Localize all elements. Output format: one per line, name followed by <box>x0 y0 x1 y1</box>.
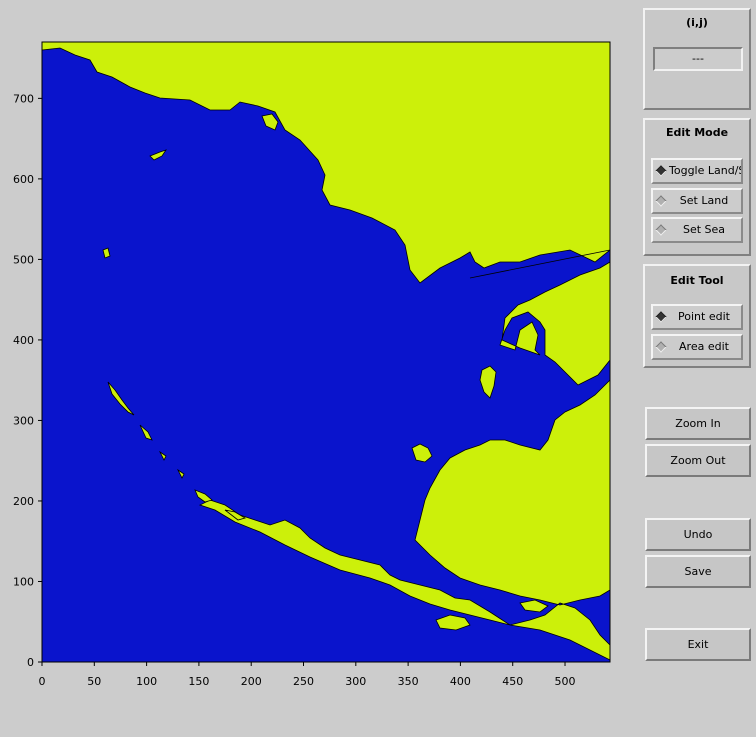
x-tick-label: 200 <box>241 675 262 688</box>
ij-value-field: --- <box>653 47 743 71</box>
zoom-out-button[interactable]: Zoom Out <box>645 444 751 477</box>
save-button[interactable]: Save <box>645 555 751 588</box>
map-area[interactable] <box>41 41 611 662</box>
y-tick-label: 500 <box>13 253 34 266</box>
x-axis: 0 50 100 150 200 250 300 350 400 450 500 <box>39 662 576 688</box>
edit-mode-set-sea[interactable]: Set Sea <box>651 217 743 243</box>
edit-tool-point-edit[interactable]: Point edit <box>651 304 743 330</box>
radio-indicator-icon <box>655 311 667 323</box>
y-tick-label: 200 <box>13 495 34 508</box>
radio-indicator-icon <box>655 165 667 177</box>
ij-panel: (i,j) --- <box>643 8 751 110</box>
radio-label: Area edit <box>679 340 729 353</box>
x-tick-label: 250 <box>293 675 314 688</box>
edit-tool-area-edit[interactable]: Area edit <box>651 334 743 360</box>
x-tick-label: 0 <box>39 675 46 688</box>
edit-tool-panel: Edit Tool Point edit Area edit <box>643 264 751 368</box>
x-tick-label: 100 <box>136 675 157 688</box>
y-tick-label: 700 <box>13 92 34 105</box>
radio-label: Toggle Land/Sea <box>669 164 741 177</box>
radio-label: Set Land <box>679 194 729 207</box>
y-tick-label: 100 <box>13 575 34 588</box>
land-sea-mask-plot[interactable]: 0 100 200 300 400 500 600 700 0 50 100 150 200 250 30… <box>0 0 640 700</box>
y-tick-label: 300 <box>13 414 34 427</box>
x-tick-label: 400 <box>450 675 471 688</box>
y-axis: 0 100 200 300 400 500 600 700 <box>13 92 42 669</box>
x-tick-label: 500 <box>555 675 576 688</box>
edit-mode-set-land[interactable]: Set Land <box>651 188 743 214</box>
ij-title: (i,j) <box>686 16 708 29</box>
y-tick-label: 0 <box>27 656 34 669</box>
x-tick-label: 350 <box>398 675 419 688</box>
edit-mode-panel: Edit Mode Toggle Land/Sea Set Land Set S… <box>643 118 751 256</box>
radio-indicator-icon <box>655 224 667 236</box>
radio-label: Set Sea <box>682 223 726 236</box>
exit-button[interactable]: Exit <box>645 628 751 661</box>
edit-mode-toggle-land-sea[interactable]: Toggle Land/Sea <box>651 158 743 184</box>
x-tick-label: 150 <box>188 675 209 688</box>
undo-button[interactable]: Undo <box>645 518 751 551</box>
y-tick-label: 400 <box>13 334 34 347</box>
edit-tool-title: Edit Tool <box>670 274 724 287</box>
radio-label: Point edit <box>678 310 730 323</box>
radio-indicator-icon <box>655 195 667 207</box>
radio-indicator-icon <box>655 341 667 353</box>
zoom-in-button[interactable]: Zoom In <box>645 407 751 440</box>
y-tick-label: 600 <box>13 173 34 186</box>
x-tick-label: 450 <box>502 675 523 688</box>
x-tick-label: 50 <box>87 675 101 688</box>
edit-mode-title: Edit Mode <box>665 126 729 139</box>
x-tick-label: 300 <box>345 675 366 688</box>
